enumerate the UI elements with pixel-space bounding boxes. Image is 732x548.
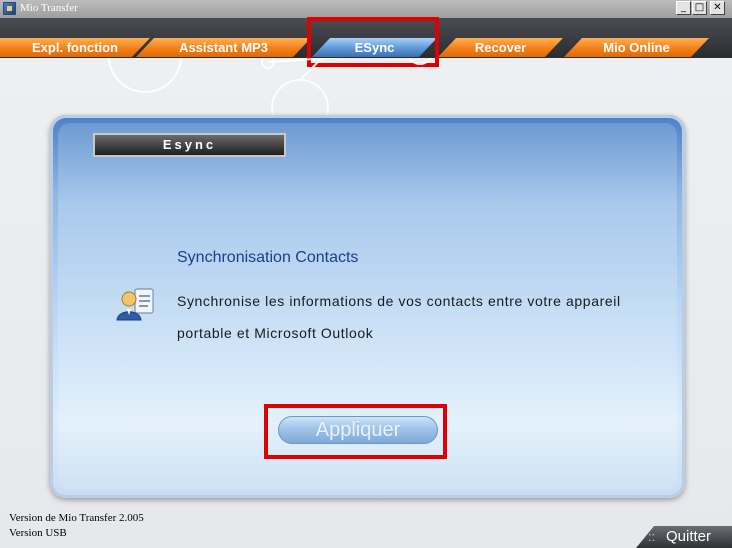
tab-mio-online[interactable]: Mio Online (564, 38, 709, 57)
maximize-button[interactable]: □ (692, 1, 707, 15)
sync-contacts-title: Synchronisation Contacts (177, 249, 359, 266)
close-button[interactable]: ✕ (710, 1, 725, 15)
quit-label: Quitter (666, 528, 712, 545)
section-label-esync: Esync (93, 133, 286, 157)
title-bar: Mio Transfer _ □ ✕ (0, 0, 732, 18)
highlight-apply-button (264, 404, 447, 459)
version-text: Version de Mio Transfer 2.005 (9, 512, 144, 524)
decorative-circles (108, 58, 432, 118)
window-title: Mio Transfer (20, 2, 78, 14)
quit-dots-icon: :: (648, 529, 656, 544)
sync-contacts-description: Synchronise les informations de vos cont… (177, 293, 621, 341)
mio-transfer-icon (3, 2, 16, 15)
tab-assistant-mp3[interactable]: Assistant MP3 (136, 38, 311, 57)
tab-recover[interactable]: Recover (438, 38, 563, 57)
tab-label: Mio Online (603, 40, 670, 55)
quit-button[interactable]: :: Quitter (636, 526, 732, 548)
tab-label: Assistant MP3 (179, 40, 268, 55)
connection-type-text: Version USB (9, 527, 67, 539)
tab-label: Expl. fonction (32, 40, 118, 55)
tab-expl-fonction[interactable]: Expl. fonction (0, 38, 150, 57)
contact-card-icon (116, 288, 154, 321)
tab-label: Recover (474, 40, 527, 55)
minimize-button[interactable]: _ (676, 1, 691, 15)
